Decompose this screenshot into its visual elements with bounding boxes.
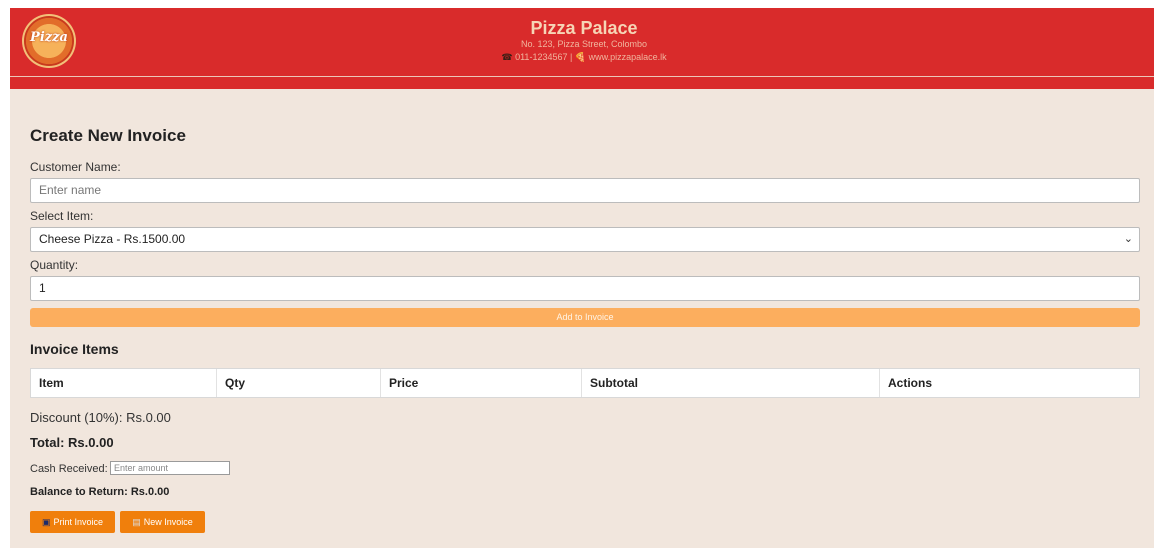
item-select-value: Cheese Pizza - Rs.1500.00 (39, 232, 186, 246)
invoice-table: Item Qty Price Subtotal Actions (30, 368, 1140, 398)
document-icon: ▤ (132, 517, 141, 527)
column-header-price: Price (381, 369, 582, 397)
customer-name-label: Customer Name: (30, 160, 121, 174)
customer-name-input[interactable]: Enter name (30, 178, 1140, 203)
shop-website: www.pizzapalace.lk (588, 52, 667, 62)
balance-text: Balance to Return: Rs.0.00 (30, 486, 170, 498)
shop-phone: 011-1234567 (515, 52, 568, 62)
discount-text: Discount (10%): Rs.0.00 (30, 410, 171, 425)
shop-contact: ☎ 011-1234567 | 🍕 www.pizzapalace.lk (10, 51, 1154, 64)
new-invoice-button[interactable]: ▤ New Invoice (120, 511, 205, 533)
brand-block: Pizza Palace No. 123, Pizza Street, Colo… (10, 18, 1154, 64)
chevron-down-icon: ⌄ (1123, 233, 1133, 245)
shop-address: No. 123, Pizza Street, Colombo (520, 39, 648, 49)
column-header-subtotal: Subtotal (582, 369, 880, 397)
new-invoice-label: New Invoice (143, 517, 193, 527)
page-title: Create New Invoice (30, 126, 186, 145)
quantity-label: Quantity: (30, 258, 79, 272)
total-text: Total: Rs.0.00 (30, 435, 114, 450)
cash-received-input[interactable]: Enter amount (110, 461, 230, 475)
print-invoice-button[interactable]: ▣ Print Invoice (30, 511, 115, 533)
column-header-actions: Actions (888, 376, 933, 390)
invoice-items-heading: Invoice Items (30, 341, 119, 357)
add-to-invoice-button[interactable]: Add to Invoice (30, 308, 1140, 327)
quantity-input[interactable]: 1 (30, 276, 1140, 301)
column-header-qty: Qty (217, 369, 381, 397)
select-item-label: Select Item: (30, 209, 94, 223)
column-header-item: Item (31, 369, 217, 397)
phone-icon: ☎ (501, 52, 513, 62)
cash-received-label: Cash Received: (30, 463, 108, 475)
shop-name: Pizza Palace (530, 18, 638, 38)
print-invoice-label: Print Invoice (53, 517, 104, 527)
page: Pizza Pizza Palace No. 123, Pizza Street… (10, 8, 1154, 548)
header-divider (10, 76, 1154, 77)
item-select[interactable]: Cheese Pizza - Rs.1500.00 ⌄ (30, 227, 1140, 252)
printer-icon: ▣ (41, 517, 51, 527)
contact-separator: | (570, 52, 573, 62)
pizza-slice-icon: 🍕 (574, 52, 587, 62)
header-bar: Pizza Pizza Palace No. 123, Pizza Street… (10, 8, 1154, 89)
